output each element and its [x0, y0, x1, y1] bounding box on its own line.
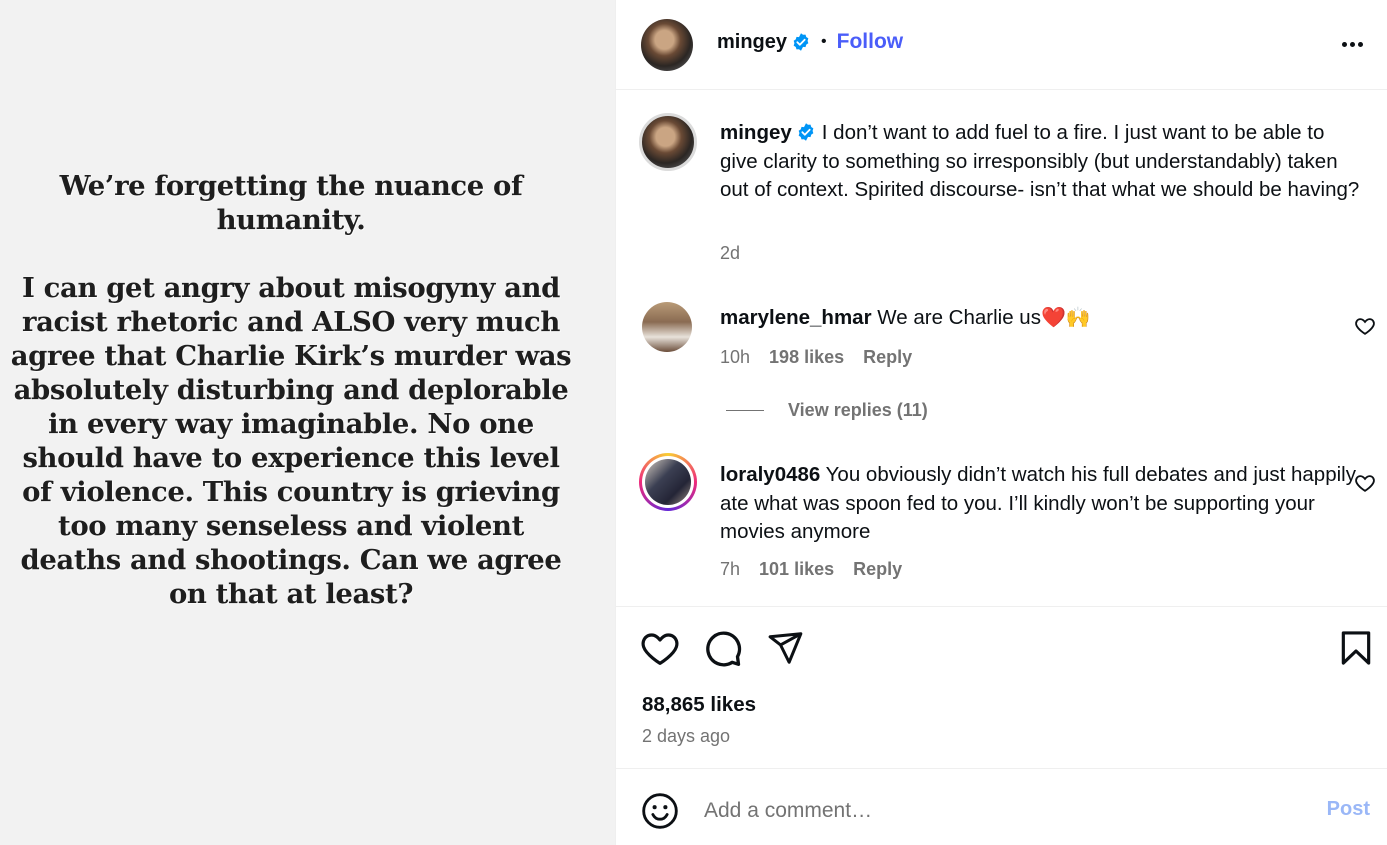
- commenter-avatar[interactable]: [642, 302, 692, 352]
- comment-likes[interactable]: 198 likes: [769, 347, 844, 368]
- caption-time[interactable]: 2d: [720, 243, 740, 264]
- post-image: We’re forgetting the nuance of humanity.…: [0, 0, 615, 845]
- image-text-body: I can get angry about misogyny and racis…: [10, 272, 572, 610]
- post-details-panel: mingey • Follow mingey I don’t want to a…: [615, 0, 1387, 845]
- post-comment-button[interactable]: Post: [1327, 798, 1370, 821]
- caption-meta: 2d: [720, 243, 740, 264]
- author-info: mingey • Follow: [717, 30, 903, 54]
- comment-icon[interactable]: [703, 629, 743, 669]
- comment-likes[interactable]: 101 likes: [759, 559, 834, 580]
- comment-meta: 10h 198 likes Reply: [720, 347, 912, 368]
- follow-button[interactable]: Follow: [837, 30, 904, 54]
- post-header: mingey • Follow: [616, 0, 1387, 90]
- view-replies-line: [726, 410, 764, 411]
- comment-like-heart-icon[interactable]: [1354, 472, 1376, 494]
- verified-badge-icon: [793, 33, 809, 51]
- bookmark-icon[interactable]: [1337, 629, 1375, 667]
- caption-text-block: mingey I don’t want to add fuel to a fir…: [720, 119, 1360, 205]
- separator-dot: •: [821, 33, 827, 50]
- comment-meta: 7h 101 likes Reply: [720, 559, 902, 580]
- verified-badge-icon: [798, 123, 814, 141]
- share-icon[interactable]: [766, 629, 804, 667]
- more-options-icon[interactable]: [1336, 30, 1368, 58]
- comment-text: We are Charlie us: [877, 306, 1041, 329]
- comment-username[interactable]: loraly0486: [720, 463, 820, 486]
- comment-text-block: marylene_hmar We are Charlie us❤️🙌: [720, 304, 1360, 333]
- view-replies-button[interactable]: View replies (11): [726, 400, 928, 421]
- comment-input[interactable]: [704, 793, 1304, 829]
- reply-button[interactable]: Reply: [863, 347, 912, 368]
- comment-time[interactable]: 7h: [720, 559, 740, 580]
- author-avatar[interactable]: [641, 19, 693, 71]
- comment: loraly0486 You obviously didn’t watch hi…: [639, 453, 1387, 593]
- emoji-icon[interactable]: [641, 792, 679, 830]
- view-replies-label: View replies (11): [788, 400, 928, 420]
- post-actions: [616, 606, 1387, 768]
- comment-like-heart-icon[interactable]: [1354, 315, 1376, 337]
- post-time-ago[interactable]: 2 days ago: [642, 726, 730, 747]
- heart-icon[interactable]: [640, 629, 680, 669]
- comment-emojis: ❤️🙌: [1040, 307, 1091, 329]
- reply-button[interactable]: Reply: [853, 559, 902, 580]
- caption-author-avatar[interactable]: [639, 113, 697, 171]
- post-likes-count[interactable]: 88,865 likes: [642, 693, 756, 717]
- caption-text: I don’t want to add fuel to a fire. I ju…: [720, 121, 1360, 201]
- comment-time[interactable]: 10h: [720, 347, 750, 368]
- caption-username[interactable]: mingey: [720, 121, 792, 144]
- comment-username[interactable]: marylene_hmar: [720, 306, 872, 329]
- comment: marylene_hmar We are Charlie us❤️🙌 10h 1…: [639, 300, 1387, 380]
- image-text-heading: We’re forgetting the nuance of humanity.: [59, 170, 523, 236]
- comment-text-block: loraly0486 You obviously didn’t watch hi…: [720, 461, 1360, 547]
- commenter-avatar: [645, 459, 691, 505]
- commenter-story-ring[interactable]: [639, 453, 697, 511]
- add-comment-bar: Post: [616, 768, 1387, 845]
- author-username[interactable]: mingey: [717, 31, 787, 54]
